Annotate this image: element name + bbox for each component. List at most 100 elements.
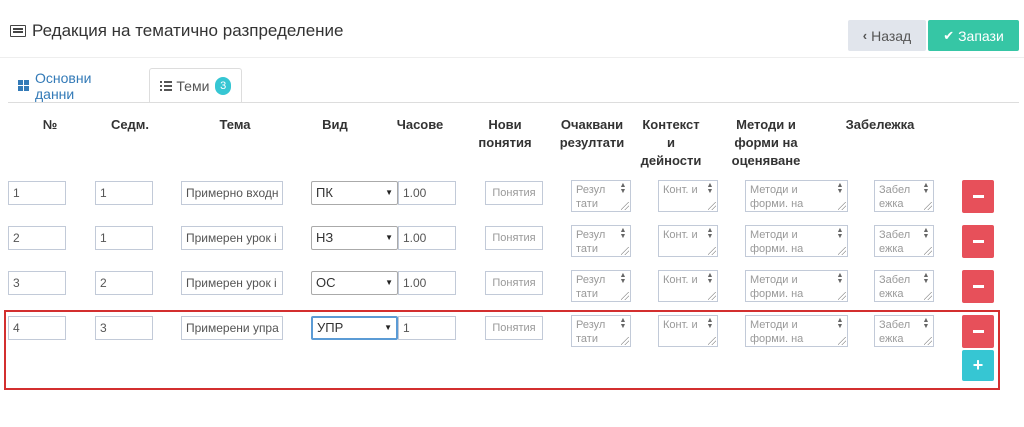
topics-count-badge: 3: [215, 76, 231, 95]
spinner-icon: ▲ ▼: [706, 227, 714, 240]
resize-grip-icon[interactable]: [924, 202, 932, 210]
delete-row-button[interactable]: [962, 225, 994, 258]
column-header-methods-line: форми на: [734, 135, 798, 150]
delete-row-button[interactable]: [962, 270, 994, 303]
back-button[interactable]: ‹ Назад: [848, 20, 926, 51]
delete-row-button[interactable]: [962, 180, 994, 213]
delete-row-button[interactable]: [962, 315, 994, 348]
resize-grip-icon[interactable]: [708, 202, 716, 210]
topic-input[interactable]: Примерен урок і: [181, 271, 283, 295]
number-input[interactable]: 4: [8, 316, 66, 340]
column-header-new-concepts-line: понятия: [478, 135, 532, 150]
resize-grip-icon[interactable]: [621, 292, 629, 300]
resize-grip-icon[interactable]: [838, 337, 846, 345]
caret-down-icon: ▼: [385, 278, 393, 287]
grid-icon: [18, 80, 29, 91]
page-title-text: Редакция на тематично разпределение: [32, 21, 344, 40]
new-concepts-input[interactable]: Понятия: [485, 226, 543, 250]
page-header: Редакция на тематично разпределение ‹ На…: [0, 0, 1024, 58]
context-textarea[interactable]: Конт. и ▲ ▼: [658, 270, 718, 302]
type-select[interactable]: НЗ ▼: [311, 226, 398, 250]
column-header-type: Вид: [322, 117, 348, 132]
context-textarea[interactable]: Конт. и ▲ ▼: [658, 225, 718, 257]
expected-results-placeholder: Резул тати: [576, 229, 606, 255]
save-button[interactable]: ✔ Запази: [928, 20, 1019, 51]
methods-textarea[interactable]: Методи и форми. на ▲ ▼: [745, 225, 848, 257]
spinner-icon: ▲ ▼: [836, 317, 844, 330]
resize-grip-icon[interactable]: [621, 337, 629, 345]
methods-placeholder: Методи и форми. на: [750, 229, 804, 255]
resize-grip-icon[interactable]: [621, 247, 629, 255]
back-button-label: Назад: [871, 27, 912, 44]
new-concepts-input[interactable]: Понятия: [485, 316, 543, 340]
note-textarea[interactable]: Забел ежка ▲ ▼: [874, 180, 934, 212]
type-select[interactable]: ПК ▼: [311, 181, 398, 205]
context-textarea[interactable]: Конт. и ▲ ▼: [658, 180, 718, 212]
number-input[interactable]: 3: [8, 271, 66, 295]
topic-input[interactable]: Примерно входн: [181, 181, 283, 205]
resize-grip-icon[interactable]: [838, 247, 846, 255]
resize-grip-icon[interactable]: [708, 247, 716, 255]
note-placeholder: Забел ежка: [879, 184, 911, 210]
note-textarea[interactable]: Забел ежка ▲ ▼: [874, 315, 934, 347]
week-input[interactable]: 2: [95, 271, 153, 295]
spinner-icon: ▲ ▼: [706, 272, 714, 285]
plus-icon: +: [972, 355, 984, 375]
page-title: Редакция на тематично разпределение: [10, 21, 344, 41]
week-input[interactable]: 1: [95, 226, 153, 250]
column-header-methods: Методи и форми на оценяване: [718, 116, 814, 170]
column-header-expected-results-line: Очаквани: [560, 117, 624, 132]
type-select-value: ПК: [316, 185, 333, 200]
resize-grip-icon[interactable]: [924, 247, 932, 255]
topic-input[interactable]: Примерен урок і: [181, 226, 283, 250]
methods-textarea[interactable]: Методи и форми. на ▲ ▼: [745, 270, 848, 302]
resize-grip-icon[interactable]: [621, 202, 629, 210]
hours-input[interactable]: 1: [398, 316, 456, 340]
caret-down-icon: ▼: [385, 188, 393, 197]
new-concepts-input[interactable]: Понятия: [485, 271, 543, 295]
resize-grip-icon[interactable]: [708, 292, 716, 300]
tab-topics[interactable]: Теми 3: [149, 68, 242, 103]
expected-results-textarea[interactable]: Резул тати ▲ ▼: [571, 180, 631, 212]
resize-grip-icon[interactable]: [838, 202, 846, 210]
column-header-new-concepts-line: Нови: [488, 117, 522, 132]
resize-grip-icon[interactable]: [924, 292, 932, 300]
note-textarea[interactable]: Забел ежка ▲ ▼: [874, 225, 934, 257]
resize-grip-icon[interactable]: [838, 292, 846, 300]
spinner-icon: ▲ ▼: [619, 272, 627, 285]
hours-input[interactable]: 1.00: [398, 271, 456, 295]
spinner-icon: ▲ ▼: [706, 317, 714, 330]
number-input[interactable]: 2: [8, 226, 66, 250]
expected-results-textarea[interactable]: Резул тати ▲ ▼: [571, 315, 631, 347]
context-textarea[interactable]: Конт. и ▲ ▼: [658, 315, 718, 347]
expected-results-placeholder: Резул тати: [576, 274, 606, 300]
hours-input[interactable]: 1.00: [398, 181, 456, 205]
tab-basic-data[interactable]: Основни данни: [8, 68, 101, 103]
resize-grip-icon[interactable]: [708, 337, 716, 345]
type-select[interactable]: ОС ▼: [311, 271, 398, 295]
chevron-left-icon: ‹: [862, 28, 868, 43]
tabs-divider: [8, 102, 1019, 103]
column-header-context: Контекст и дейности: [632, 116, 710, 170]
hours-input[interactable]: 1.00: [398, 226, 456, 250]
add-row-button[interactable]: +: [962, 350, 994, 381]
note-placeholder: Забел ежка: [879, 319, 911, 345]
new-concepts-input[interactable]: Понятия: [485, 181, 543, 205]
save-button-label: Запази: [958, 27, 1004, 44]
note-placeholder: Забел ежка: [879, 229, 911, 255]
expected-results-textarea[interactable]: Резул тати ▲ ▼: [571, 225, 631, 257]
column-header-context-line: Контекст: [642, 117, 700, 132]
type-select[interactable]: УПР ▼: [311, 316, 398, 340]
expected-results-textarea[interactable]: Резул тати ▲ ▼: [571, 270, 631, 302]
column-header-note: Забележка: [845, 117, 915, 132]
week-input[interactable]: 1: [95, 181, 153, 205]
spinner-icon: ▲ ▼: [706, 182, 714, 195]
topic-input[interactable]: Примерени упра: [181, 316, 283, 340]
note-textarea[interactable]: Забел ежка ▲ ▼: [874, 270, 934, 302]
methods-placeholder: Методи и форми. на: [750, 184, 804, 210]
methods-textarea[interactable]: Методи и форми. на ▲ ▼: [745, 315, 848, 347]
methods-textarea[interactable]: Методи и форми. на ▲ ▼: [745, 180, 848, 212]
number-input[interactable]: 1: [8, 181, 66, 205]
week-input[interactable]: 3: [95, 316, 153, 340]
resize-grip-icon[interactable]: [924, 337, 932, 345]
